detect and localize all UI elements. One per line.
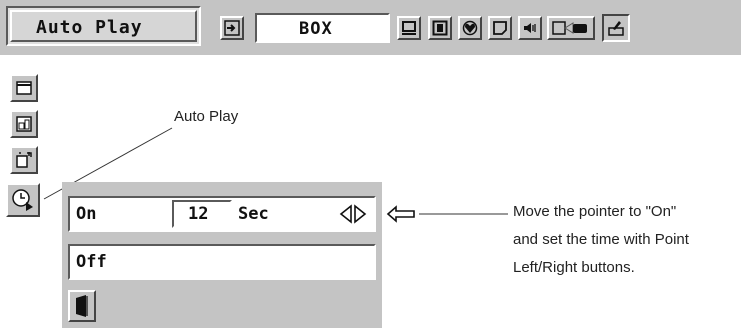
instruction-line-1: Move the pointer to "On"	[513, 203, 677, 220]
instruction-line-3: Left/Right buttons.	[513, 259, 635, 276]
instruction-line-2: and set the time with Point	[513, 231, 689, 248]
pointer-hand-icon	[386, 205, 416, 228]
on-label: On	[76, 204, 97, 224]
off-label: Off	[76, 252, 107, 272]
seconds-input[interactable]: 12	[172, 200, 232, 228]
door-exit-icon[interactable]	[68, 290, 96, 322]
instruction-text: Move the pointer to "On" and set the tim…	[513, 200, 689, 280]
unit-label: Sec	[238, 204, 269, 224]
on-row[interactable]: On 12 Sec	[68, 196, 376, 232]
off-row[interactable]: Off	[68, 244, 376, 280]
left-right-arrows-icon[interactable]	[338, 204, 368, 229]
seconds-value: 12	[188, 204, 209, 224]
